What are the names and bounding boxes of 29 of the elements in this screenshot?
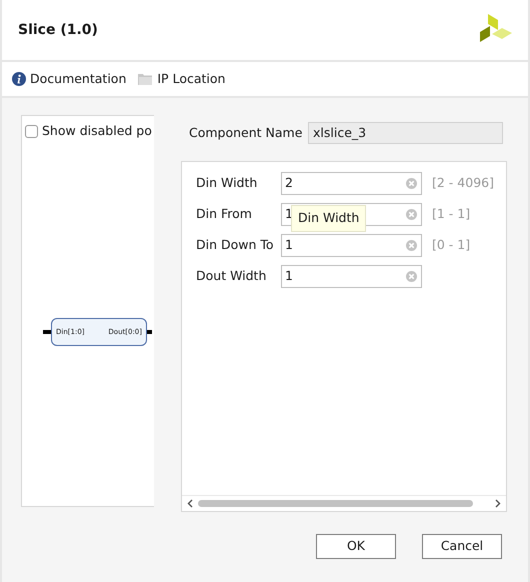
port-pin [147, 330, 152, 334]
folder-icon [138, 73, 154, 85]
parameter-field[interactable]: 1 [281, 234, 422, 257]
parameter-field[interactable]: 2 [281, 172, 422, 195]
range-hint: [0 - 1] [432, 236, 470, 254]
tooltip: Din Width [291, 205, 366, 232]
clear-icon[interactable] [406, 240, 417, 251]
scroll-right-icon[interactable] [495, 499, 501, 508]
info-icon [12, 72, 26, 86]
parameter-label: Din Width [196, 174, 258, 192]
toolbar-link[interactable]: Documentation [12, 70, 126, 88]
scroll-left-icon[interactable] [187, 499, 193, 508]
dialog-button[interactable]: OK [316, 534, 396, 559]
dialog-button[interactable]: Cancel [422, 534, 502, 559]
component-name-field[interactable]: xlslice_3 [308, 122, 503, 144]
range-hint: [2 - 4096] [432, 174, 494, 192]
scrollbar-thumb[interactable] [198, 500, 473, 507]
toolbar-link[interactable]: IP Location [138, 70, 226, 88]
range-hint: [1 - 1] [432, 205, 470, 224]
component-name-label: Component Name [189, 124, 304, 142]
window-title: Slice (1.0) [18, 20, 98, 40]
parameter-label: Din From [196, 205, 253, 224]
port-pin [43, 330, 51, 334]
clear-icon[interactable] [406, 178, 417, 189]
clear-icon[interactable] [406, 271, 417, 282]
parameter-label: Dout Width [196, 267, 268, 286]
clear-icon[interactable] [406, 209, 417, 220]
parameter-label: Din Down To [196, 236, 275, 254]
parameter-field[interactable]: 1 [281, 265, 422, 288]
